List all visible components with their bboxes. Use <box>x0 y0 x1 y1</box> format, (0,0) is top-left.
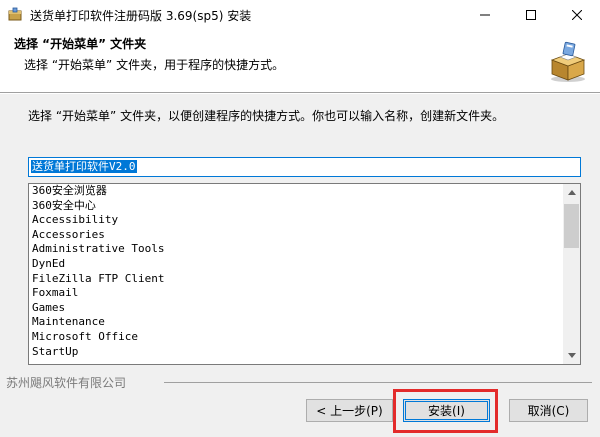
brand-label: 苏州飓风软件有限公司 <box>6 376 127 390</box>
list-item[interactable]: 360安全中心 <box>29 199 563 214</box>
list-item[interactable]: 360安全浏览器 <box>29 184 563 199</box>
maximize-button[interactable] <box>508 0 554 30</box>
list-item[interactable]: Microsoft Office <box>29 330 563 345</box>
list-item[interactable]: Accessories <box>29 228 563 243</box>
wizard-header: 选择 “开始菜单” 文件夹 选择 “开始菜单” 文件夹，用于程序的快捷方式。 <box>0 30 600 92</box>
close-icon <box>572 10 582 20</box>
list-item[interactable]: FileZilla FTP Client <box>29 272 563 287</box>
folder-list-items: 360安全浏览器 360安全中心 Accessibility Accessories A… <box>29 184 563 359</box>
package-box-icon <box>550 41 586 82</box>
instructions-text: 选择 “开始菜单” 文件夹，以便创建程序的快捷方式。你也可以输入名称，创建新文件… <box>28 109 505 123</box>
cancel-button[interactable]: 取消(C) <box>509 399 588 422</box>
list-item[interactable]: Accessibility <box>29 213 563 228</box>
folder-input-value: 送货单打印软件V2.0 <box>31 160 137 173</box>
minimize-button[interactable] <box>462 0 508 30</box>
install-highlight-annotation <box>393 389 498 433</box>
list-item[interactable]: DynEd <box>29 257 563 272</box>
title-bar[interactable]: 送货单打印软件注册码版 3.69(sp5) 安装 <box>0 0 600 30</box>
scroll-down-button[interactable] <box>563 347 580 364</box>
wizard-body: 选择 “开始菜单” 文件夹，以便创建程序的快捷方式。你也可以输入名称，创建新文件… <box>0 94 600 437</box>
list-item[interactable]: Foxmail <box>29 286 563 301</box>
back-button[interactable]: < 上一步(P) <box>306 399 393 422</box>
start-menu-folder-list[interactable]: 360安全浏览器 360安全中心 Accessibility Accessories A… <box>28 183 581 365</box>
list-item[interactable]: Maintenance <box>29 315 563 330</box>
list-item[interactable]: Games <box>29 301 563 316</box>
list-item[interactable]: StartUp <box>29 345 563 360</box>
page-title: 选择 “开始菜单” 文件夹 <box>14 37 147 51</box>
start-menu-folder-input[interactable]: 送货单打印软件V2.0 <box>28 157 581 177</box>
page-subtitle: 选择 “开始菜单” 文件夹，用于程序的快捷方式。 <box>24 58 285 72</box>
vertical-scrollbar[interactable] <box>563 184 580 364</box>
chevron-up-icon <box>567 190 576 195</box>
window-title: 送货单打印软件注册码版 3.69(sp5) 安装 <box>30 9 252 23</box>
scroll-up-button[interactable] <box>563 184 580 201</box>
list-item[interactable]: Administrative Tools <box>29 242 563 257</box>
footer-divider <box>164 382 592 383</box>
close-button[interactable] <box>554 0 600 30</box>
chevron-down-icon <box>567 353 576 358</box>
installer-icon <box>8 7 22 21</box>
minimize-icon <box>480 14 490 16</box>
maximize-icon <box>526 10 536 20</box>
scroll-thumb[interactable] <box>564 204 579 248</box>
